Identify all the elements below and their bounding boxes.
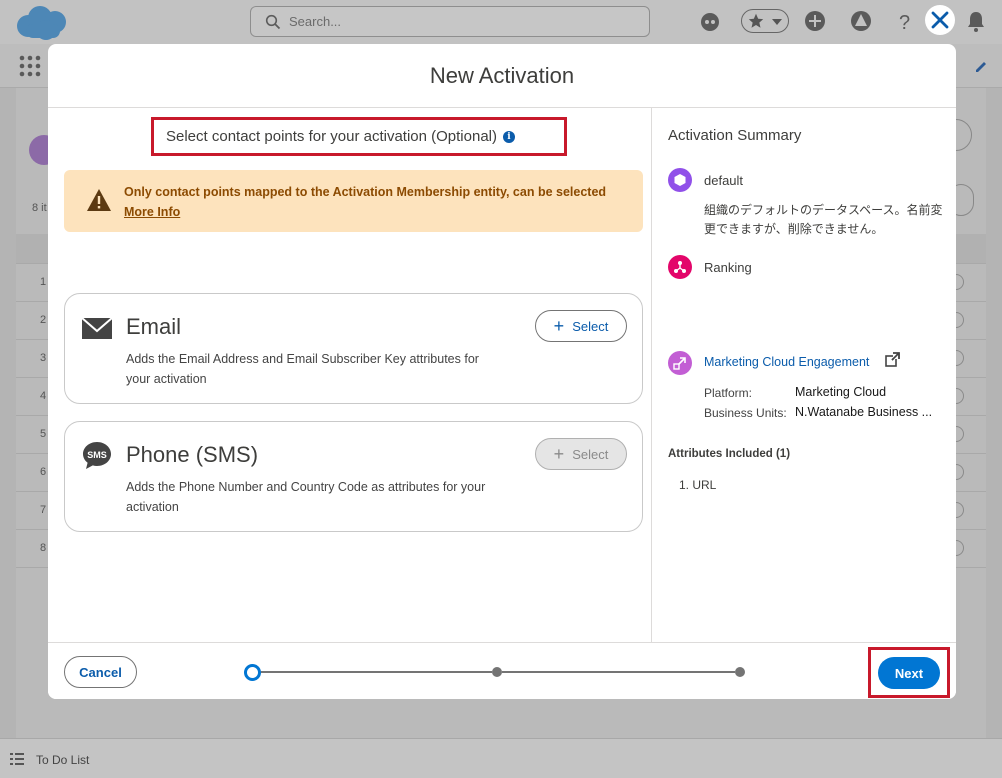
- global-header: Search... ?: [0, 0, 1002, 44]
- plus-icon: +: [553, 316, 565, 336]
- plus-icon: +: [553, 444, 565, 464]
- external-link-icon[interactable]: [884, 352, 900, 368]
- progress-step-3: [735, 667, 745, 677]
- email-card-description: Adds the Email Address and Email Subscri…: [126, 352, 479, 386]
- activation-target-icon: [668, 351, 692, 375]
- business-units-value: N.Watanabe Business ...: [795, 405, 933, 419]
- global-actions-plus-icon[interactable]: [803, 9, 827, 33]
- svg-text:?: ?: [899, 12, 910, 33]
- envelope-icon: [81, 317, 113, 339]
- warning-banner: Only contact points mapped to the Activa…: [64, 170, 643, 232]
- star-icon: [748, 13, 764, 28]
- todo-list-icon[interactable]: [10, 752, 24, 766]
- modal-title: New Activation: [429, 62, 575, 88]
- more-info-link[interactable]: More Info: [124, 205, 180, 219]
- utility-bar: To Do List: [0, 738, 1002, 778]
- salesforce-cloud-logo[interactable]: [12, 4, 72, 42]
- sms-card-description: Adds the Phone Number and Country Code a…: [126, 480, 486, 514]
- segment-icon: [668, 255, 692, 279]
- trailhead-astro-icon[interactable]: [698, 9, 722, 33]
- favorites-button[interactable]: [741, 9, 789, 33]
- global-search[interactable]: Search...: [250, 6, 650, 37]
- select-sms-button: + Select: [535, 438, 627, 470]
- close-icon: [931, 11, 949, 29]
- next-button[interactable]: Next: [878, 657, 940, 689]
- platform-label: Platform:: [704, 386, 753, 400]
- sms-icon: SMS: [83, 442, 111, 469]
- attribute-item: 1. URL: [679, 478, 717, 492]
- select-sms-label: Select: [572, 446, 609, 462]
- progress-line: [261, 671, 492, 673]
- attributes-included-heading: Attributes Included (1): [668, 448, 791, 460]
- step-title-highlight: Select contact points for your activatio…: [151, 117, 567, 156]
- modal-footer: Cancel Next: [48, 642, 956, 699]
- step-title: Select contact points for your activatio…: [166, 128, 497, 145]
- activation-summary-panel: Activation Summary default 組織のデフォルトのデータス…: [651, 108, 956, 642]
- cancel-button[interactable]: Cancel: [64, 656, 137, 688]
- warning-text: Only contact points mapped to the Activa…: [124, 185, 607, 199]
- business-units-label: Business Units:: [704, 406, 787, 420]
- segment-name: Ranking: [704, 260, 752, 275]
- dataspace-description: 組織のデフォルトのデータスペース。名前変更できますが、削除できません。: [704, 203, 943, 236]
- search-icon: [265, 14, 281, 30]
- progress-step-2: [492, 667, 502, 677]
- search-placeholder: Search...: [289, 14, 342, 29]
- select-email-label: Select: [572, 318, 609, 334]
- trailhead-guidance-icon[interactable]: [849, 9, 873, 33]
- notifications-bell-icon[interactable]: [964, 9, 988, 33]
- svg-text:SMS: SMS: [87, 450, 107, 460]
- select-email-button[interactable]: + Select: [535, 310, 627, 342]
- activation-summary-title: Activation Summary: [668, 127, 802, 144]
- warning-icon: [87, 189, 111, 211]
- progress-step-1-current: [244, 664, 261, 681]
- close-modal-button[interactable]: [925, 5, 955, 35]
- info-icon[interactable]: i: [503, 130, 515, 143]
- progress-line: [502, 671, 735, 673]
- todo-list-label[interactable]: To Do List: [36, 753, 89, 767]
- email-card-title: Email: [126, 314, 182, 339]
- sms-card-title: Phone (SMS): [126, 442, 259, 467]
- sms-contact-point-card: SMS Phone (SMS) Adds the Phone Number an…: [64, 421, 643, 532]
- edit-nav-pencil-icon[interactable]: [974, 60, 988, 74]
- dataspace-hexagon-icon: [668, 168, 692, 192]
- dataspace-name: default: [704, 173, 744, 188]
- help-icon[interactable]: ?: [893, 9, 917, 33]
- new-activation-modal: New Activation Select contact points for…: [48, 44, 956, 699]
- email-contact-point-card: Email Adds the Email Address and Email S…: [64, 293, 643, 404]
- platform-value: Marketing Cloud: [795, 385, 887, 399]
- contact-points-panel: Select contact points for your activatio…: [48, 108, 651, 642]
- chevron-down-icon: [772, 19, 782, 25]
- background-item-count: 8 it: [32, 202, 47, 214]
- modal-header: New Activation: [48, 44, 956, 108]
- app-launcher-icon[interactable]: [18, 54, 42, 78]
- activation-target-link[interactable]: Marketing Cloud Engagement: [704, 355, 869, 369]
